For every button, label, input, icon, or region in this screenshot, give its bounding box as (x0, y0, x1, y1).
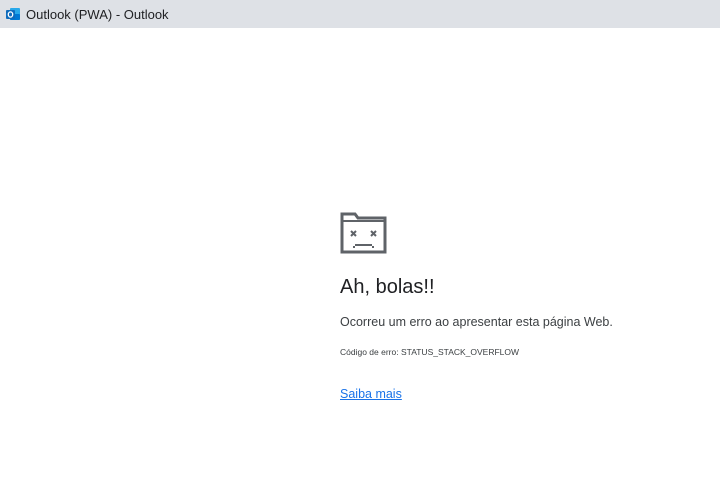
error-code-value: STATUS_STACK_OVERFLOW (400, 347, 520, 357)
error-page: Ah, bolas!! Ocorreu um erro ao apresenta… (0, 28, 720, 504)
sad-folder-icon (340, 212, 387, 254)
error-code-label: Código de erro: (340, 347, 399, 357)
title-bar[interactable]: Outlook (PWA) - Outlook (0, 0, 720, 28)
error-heading: Ah, bolas!! (340, 276, 435, 298)
error-code: Código de erro: STATUS_STACK_OVERFLOW (340, 347, 519, 357)
window-title: Outlook (PWA) - Outlook (26, 6, 169, 22)
outlook-icon (6, 8, 20, 20)
error-message: Ocorreu um erro ao apresentar esta págin… (340, 315, 613, 329)
learn-more-link[interactable]: Saiba mais (340, 387, 402, 401)
